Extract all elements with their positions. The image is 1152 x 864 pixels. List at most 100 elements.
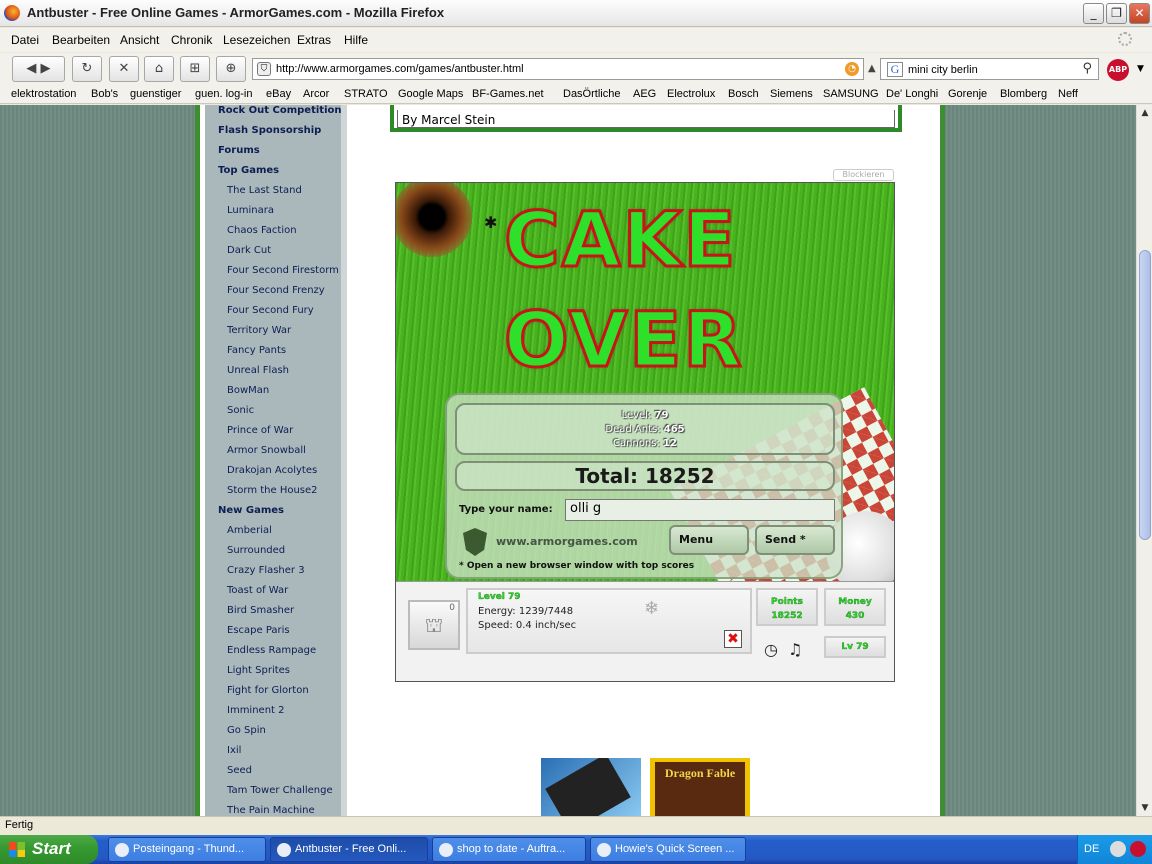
- download-icon[interactable]: ⊕: [216, 56, 246, 82]
- bookmark-item[interactable]: guenstiger: [130, 88, 181, 100]
- taskbar-item-thunderbird[interactable]: Posteingang - Thund...: [108, 837, 266, 862]
- taskbar-item-firefox[interactable]: Antbuster - Free Onli...: [270, 837, 428, 862]
- bookmark-item[interactable]: Bosch: [728, 88, 759, 100]
- tray-icon[interactable]: [1110, 841, 1126, 857]
- sidebar-item[interactable]: The Pain Machine: [227, 805, 315, 816]
- back-forward-button[interactable]: ◀ ▶: [12, 56, 65, 82]
- top-games-heading[interactable]: Top Games: [218, 165, 279, 176]
- sidebar-item[interactable]: Seed: [227, 765, 252, 776]
- sidebar-item[interactable]: The Last Stand: [227, 185, 302, 196]
- sidebar-item[interactable]: Drakojan Acolytes: [227, 465, 317, 476]
- sidebar-item[interactable]: Escape Paris: [227, 625, 290, 636]
- sidebar-item[interactable]: Armor Snowball: [227, 445, 306, 456]
- bookmark-item[interactable]: Siemens: [770, 88, 813, 100]
- close-button[interactable]: ✕: [1129, 3, 1150, 24]
- sidebar-item[interactable]: Surrounded: [227, 545, 285, 556]
- send-button[interactable]: Send *: [755, 525, 835, 555]
- menu-bearbeiten[interactable]: Bearbeiten: [52, 33, 110, 47]
- menu-button[interactable]: Menu: [669, 525, 749, 555]
- antivirus-icon[interactable]: [1130, 841, 1146, 857]
- bookmark-item[interactable]: guen. log-in: [195, 88, 253, 100]
- reload-icon[interactable]: ↻: [72, 56, 102, 82]
- menu-lesezeichen[interactable]: Lesezeichen: [223, 33, 290, 47]
- sidebar-item[interactable]: Bird Smasher: [227, 605, 294, 616]
- bookmark-item[interactable]: De' Longhi: [886, 88, 938, 100]
- google-engine-icon[interactable]: G: [887, 62, 903, 77]
- sidebar-item[interactable]: Tam Tower Challenge: [227, 785, 333, 796]
- ad-banner-1[interactable]: [541, 758, 641, 816]
- adblock-icon[interactable]: ABP: [1107, 59, 1129, 81]
- sidebar-item[interactable]: Go Spin: [227, 725, 266, 736]
- menu-extras[interactable]: Extras: [297, 33, 331, 47]
- url-text[interactable]: http://www.armorgames.com/games/antbuste…: [276, 63, 524, 75]
- sidebar-link[interactable]: Flash Sponsorship: [218, 125, 321, 136]
- sidebar-link[interactable]: Rock Out Competition: [218, 105, 342, 116]
- new-games-heading[interactable]: New Games: [218, 505, 284, 516]
- bookmark-item[interactable]: AEG: [633, 88, 656, 100]
- bookmark-item[interactable]: Electrolux: [667, 88, 715, 100]
- sidebar-item[interactable]: Chaos Faction: [227, 225, 297, 236]
- name-input[interactable]: olli g: [565, 499, 835, 521]
- sidebar-item[interactable]: Four Second Fury: [227, 305, 314, 316]
- vertical-scrollbar[interactable]: ▲ ▼: [1136, 105, 1152, 816]
- cannon-button[interactable]: ⛫ 0: [408, 600, 460, 650]
- search-icon[interactable]: ⚲: [1082, 61, 1092, 76]
- bookmark-item[interactable]: eBay: [266, 88, 291, 100]
- bookmark-item[interactable]: DasÖrtliche: [563, 88, 620, 100]
- menu-chronik[interactable]: Chronik: [171, 33, 212, 47]
- sidebar-item[interactable]: Imminent 2: [227, 705, 285, 716]
- scroll-up-icon[interactable]: ▲: [1137, 105, 1152, 121]
- minimize-button[interactable]: _: [1083, 3, 1104, 24]
- language-indicator[interactable]: DE: [1084, 843, 1099, 855]
- sidebar-item[interactable]: Territory War: [227, 325, 291, 336]
- sidebar-item[interactable]: Four Second Frenzy: [227, 285, 325, 296]
- new-tab-icon[interactable]: ⊞: [180, 56, 210, 82]
- menu-ansicht[interactable]: Ansicht: [120, 33, 159, 47]
- sidebar-item[interactable]: Crazy Flasher 3: [227, 565, 305, 576]
- sidebar-item[interactable]: Toast of War: [227, 585, 288, 596]
- home-icon[interactable]: ⌂: [144, 56, 174, 82]
- start-button[interactable]: Start: [0, 835, 98, 864]
- game-area[interactable]: ✱ CAKE OVER Level: 79 Dead Ants: 465 Can…: [395, 182, 895, 682]
- sidebar-item[interactable]: Dark Cut: [227, 245, 271, 256]
- site-identity-icon[interactable]: ⛉: [257, 62, 271, 76]
- sidebar-item[interactable]: Endless Rampage: [227, 645, 316, 656]
- sidebar-item[interactable]: Sonic: [227, 405, 254, 416]
- sidebar-item[interactable]: Light Sprites: [227, 665, 290, 676]
- bookmark-item[interactable]: Blomberg: [1000, 88, 1047, 100]
- sidebar-item[interactable]: Fancy Pants: [227, 345, 286, 356]
- sidebar-item[interactable]: Four Second Firestorm: [227, 265, 339, 276]
- scroll-thumb[interactable]: [1139, 250, 1151, 540]
- sidebar-item[interactable]: BowMan: [227, 385, 269, 396]
- armorgames-link[interactable]: www.armorgames.com: [496, 535, 638, 548]
- maximize-button[interactable]: ❐: [1106, 3, 1127, 24]
- bookmark-item[interactable]: Google Maps: [398, 88, 463, 100]
- url-bar[interactable]: ⛉ http://www.armorgames.com/games/antbus…: [252, 58, 864, 80]
- music-icon[interactable]: ♫: [788, 640, 802, 659]
- menu-datei[interactable]: Datei: [11, 33, 39, 47]
- bookmark-item[interactable]: Arcor: [303, 88, 329, 100]
- bookmark-item[interactable]: STRATO: [344, 88, 388, 100]
- stop-icon[interactable]: ✕: [109, 56, 139, 82]
- taskbar-item-shop[interactable]: shop to date - Auftra...: [432, 837, 586, 862]
- clock-icon[interactable]: ◷: [764, 640, 778, 659]
- search-input[interactable]: [908, 62, 1068, 77]
- bookmark-item[interactable]: BF-Games.net: [472, 88, 544, 100]
- url-dropdown-icon[interactable]: ▲: [868, 63, 876, 74]
- sidebar-item[interactable]: Prince of War: [227, 425, 293, 436]
- search-bar[interactable]: G ⚲: [880, 58, 1099, 80]
- sidebar-item[interactable]: Storm the House2: [227, 485, 318, 496]
- bookmark-item[interactable]: Gorenje: [948, 88, 987, 100]
- bookmark-item[interactable]: SAMSUNG: [823, 88, 879, 100]
- adblock-dropdown-icon[interactable]: ▼: [1137, 64, 1144, 74]
- bookmark-item[interactable]: Bob's: [91, 88, 118, 100]
- bookmark-item[interactable]: Neff: [1058, 88, 1078, 100]
- close-info-icon[interactable]: ✖: [724, 630, 742, 648]
- ad-banner-2[interactable]: Dragon Fable: [650, 758, 750, 816]
- sidebar-item[interactable]: Amberial: [227, 525, 272, 536]
- sidebar-item[interactable]: Fight for Glorton: [227, 685, 309, 696]
- sidebar-item[interactable]: Ixil: [227, 745, 241, 756]
- sidebar-item[interactable]: Unreal Flash: [227, 365, 289, 376]
- scroll-down-icon[interactable]: ▼: [1137, 800, 1152, 816]
- sidebar-item[interactable]: Luminara: [227, 205, 274, 216]
